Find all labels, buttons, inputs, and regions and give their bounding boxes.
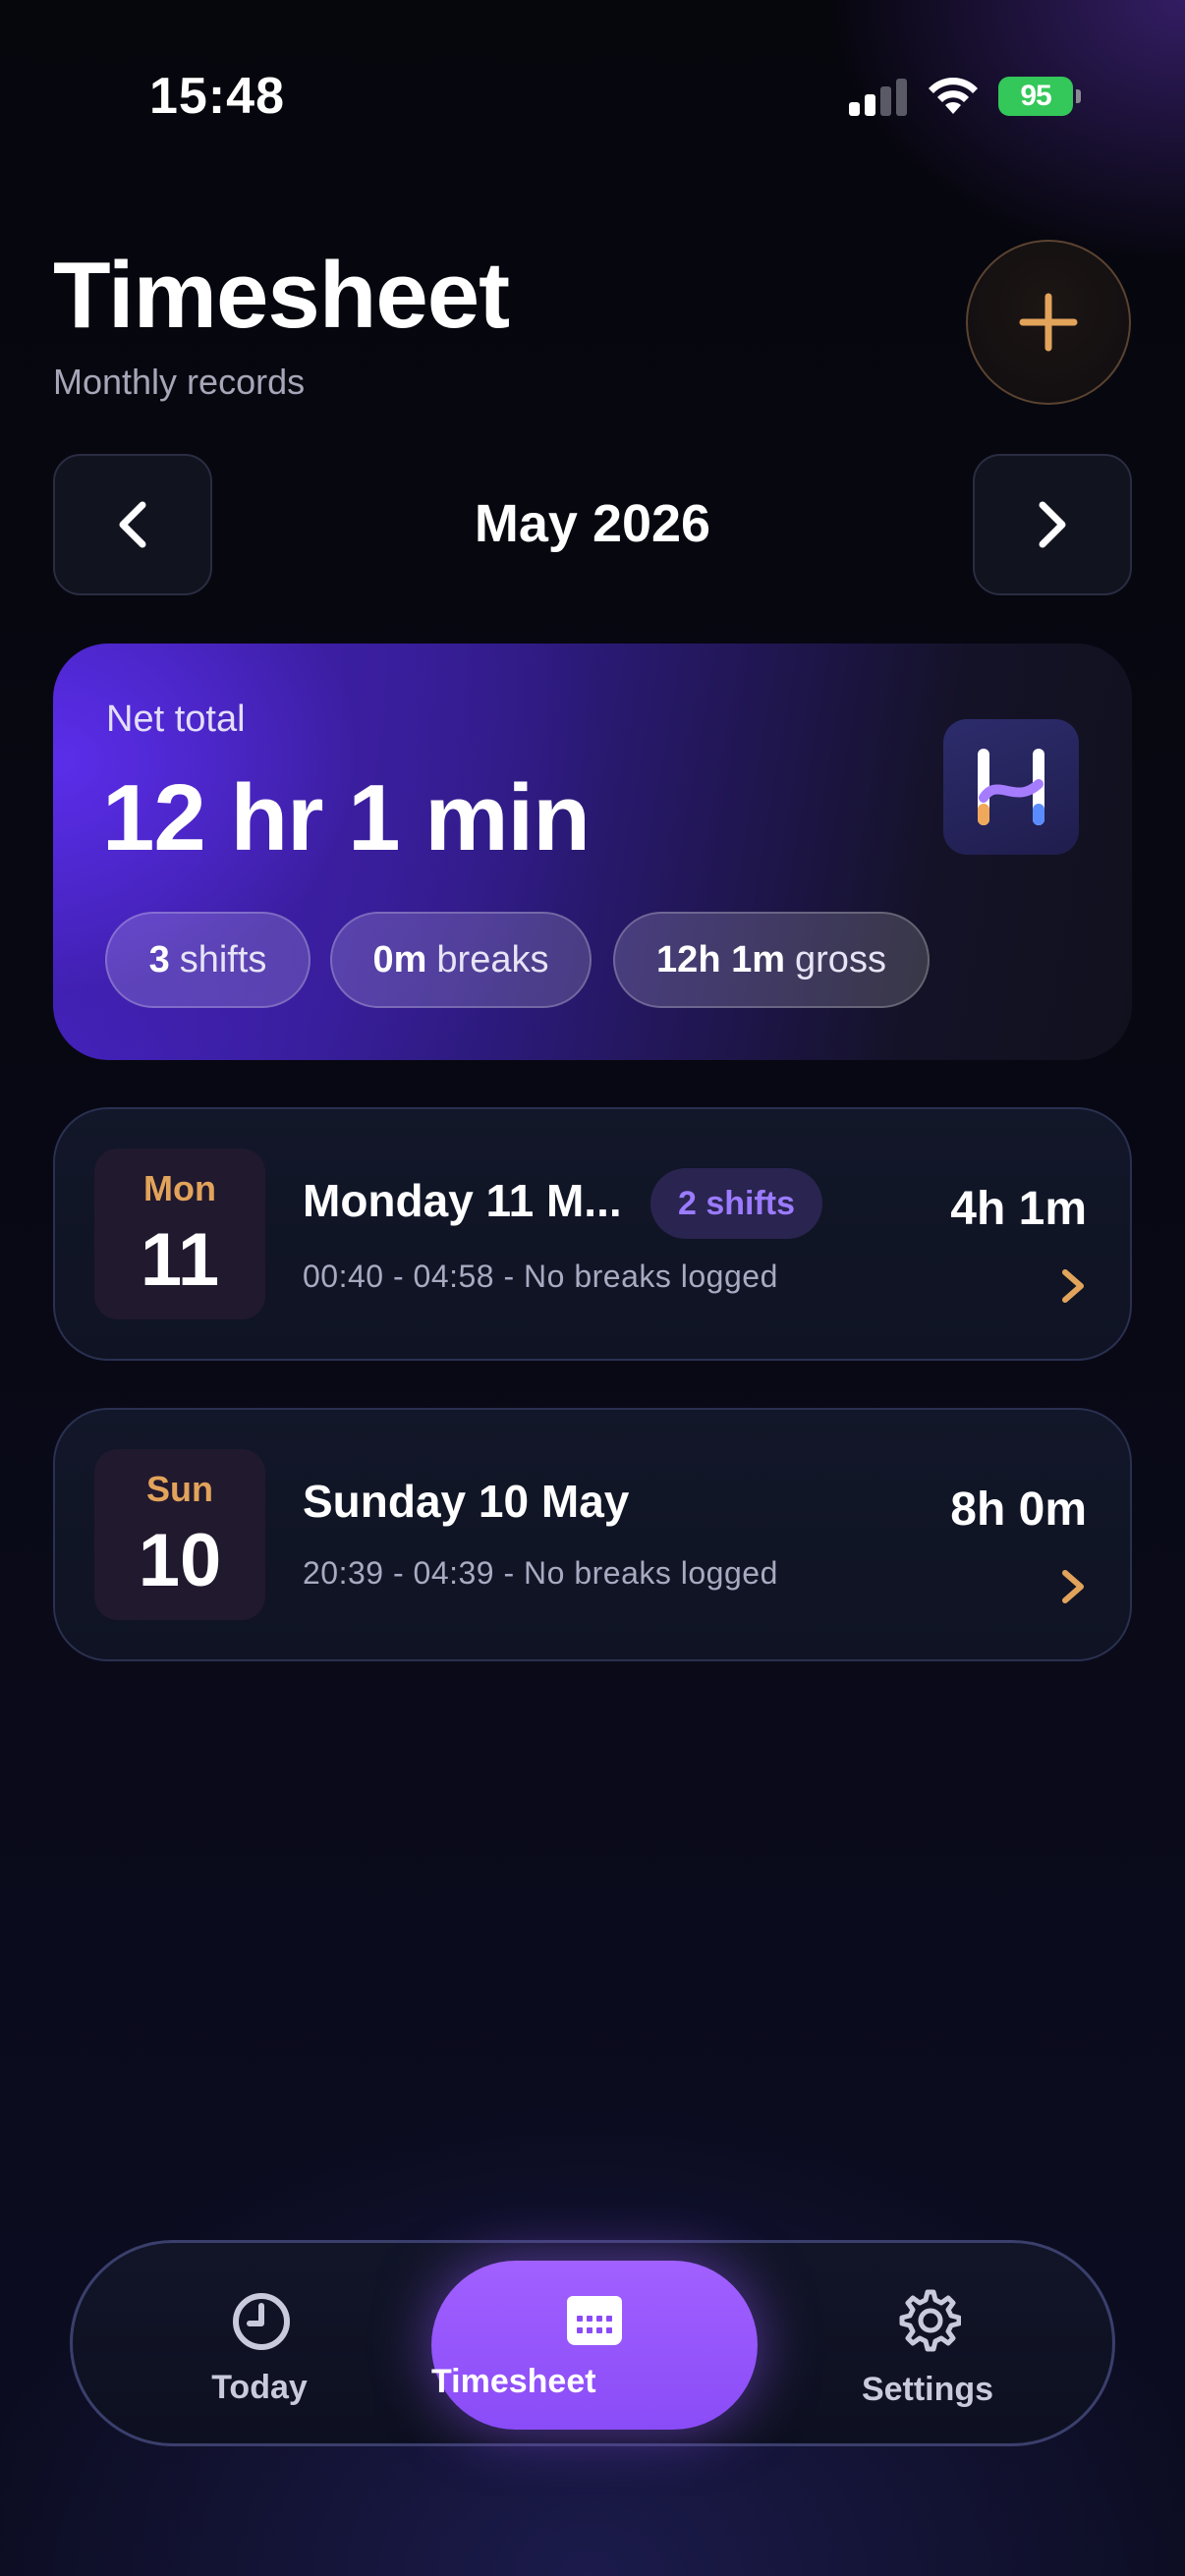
gross-stat-unit: gross [795, 938, 886, 980]
tab-today[interactable]: Today [132, 2243, 387, 2443]
status-time: 15:48 [149, 68, 285, 125]
day-detail: 00:40 - 04:58 - No breaks logged [303, 1259, 778, 1294]
day-card-mon-11[interactable]: Mon 11 Monday 11 M... 2 shifts 00:40 - 0… [53, 1107, 1132, 1361]
tab-settings-label: Settings [861, 2371, 994, 2408]
chevron-right-icon [1062, 1570, 1084, 1603]
shift-count-badge: 2 shifts [650, 1168, 823, 1239]
shifts-stat-value: 3 [148, 938, 170, 980]
date-number: 10 [138, 1519, 222, 1602]
battery-level: 95 [1020, 80, 1051, 112]
shifts-stat-pill: 3 shifts [105, 912, 310, 1008]
battery-indicator: 95 [998, 77, 1081, 116]
day-total: 8h 0m [950, 1484, 1087, 1536]
add-shift-button[interactable] [966, 240, 1131, 405]
breaks-stat-pill: 0m breaks [330, 912, 592, 1008]
gross-stat-pill: 12h 1m gross [613, 912, 930, 1008]
status-bar: 15:48 95 [0, 0, 1185, 196]
gross-stat-value: 12h 1m [656, 938, 786, 980]
shifts-stat-unit: shifts [179, 938, 267, 980]
tab-settings[interactable]: Settings [800, 2243, 1055, 2443]
date-weekday: Mon [143, 1168, 216, 1208]
app-logo-icon [943, 719, 1079, 855]
plus-icon [1019, 293, 1078, 352]
gear-icon [899, 2289, 961, 2352]
summary-card: Net total 12 hr 1 min 3 shifts 0m breaks… [53, 644, 1132, 1060]
chevron-right-icon [1039, 501, 1066, 548]
day-title: Monday 11 M... [303, 1175, 622, 1226]
tab-timesheet-label: Timesheet [431, 2363, 596, 2400]
tab-timesheet[interactable]: Timesheet [431, 2261, 758, 2430]
day-total: 4h 1m [950, 1183, 1087, 1235]
summary-total: 12 hr 1 min [102, 765, 591, 870]
date-number: 11 [140, 1218, 220, 1302]
day-card-sun-10[interactable]: Sun 10 Sunday 10 May 20:39 - 04:39 - No … [53, 1408, 1132, 1661]
day-title: Sunday 10 May [303, 1476, 630, 1527]
breaks-stat-unit: breaks [436, 938, 549, 980]
page-title: Timesheet [53, 243, 510, 348]
wifi-icon [929, 78, 978, 114]
chevron-right-icon [1062, 1269, 1084, 1303]
calendar-icon [567, 2296, 622, 2345]
day-detail: 20:39 - 04:39 - No breaks logged [303, 1555, 778, 1591]
tab-bar: Today Timesheet Settings [70, 2240, 1115, 2446]
next-month-button[interactable] [973, 454, 1132, 595]
tab-today-label: Today [211, 2369, 308, 2406]
breaks-stat-value: 0m [372, 938, 427, 980]
screen: 15:48 95 Timesheet Monthly records May 2… [0, 0, 1185, 2576]
summary-label: Net total [106, 699, 246, 740]
date-box: Sun 10 [94, 1449, 265, 1620]
page-subtitle: Monthly records [53, 362, 306, 402]
clock-icon [233, 2293, 290, 2350]
signal-icon [849, 79, 908, 116]
date-weekday: Sun [146, 1469, 213, 1509]
date-box: Mon 11 [94, 1148, 265, 1319]
